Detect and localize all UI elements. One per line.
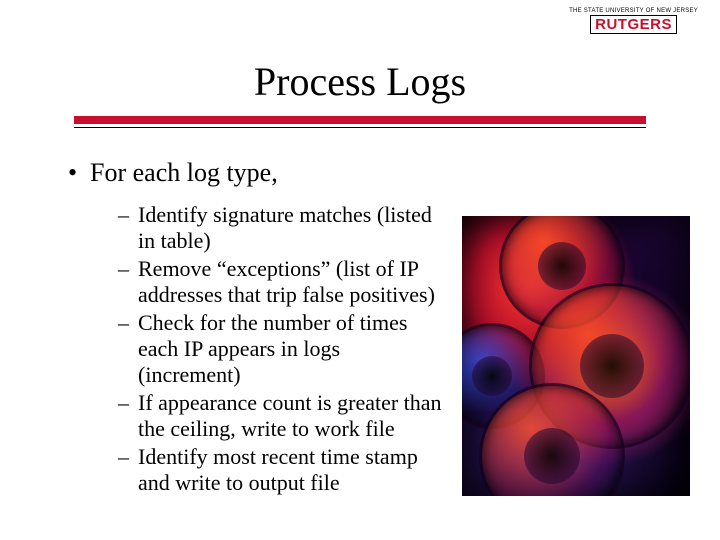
rule-black (74, 127, 646, 128)
gears-image (462, 216, 690, 496)
slide-title: Process Logs (0, 58, 720, 111)
bullet-list-lvl2: Identify signature matches (listed in ta… (70, 202, 448, 495)
bullet-list-lvl1: For each log type, (70, 158, 660, 188)
bullet-lvl2-text: If appearance count is greater than the … (138, 390, 442, 441)
bullet-lvl1-item: For each log type, (70, 158, 660, 188)
rule-red (74, 116, 646, 124)
slide: THE STATE UNIVERSITY OF NEW JERSEY RUTGE… (0, 0, 720, 540)
bullet-lvl2-item: If appearance count is greater than the … (118, 390, 448, 442)
bullet-lvl1-text: For each log type, (90, 158, 278, 187)
logo-tagline: THE STATE UNIVERSITY OF NEW JERSEY (569, 8, 698, 14)
bullet-lvl2-item: Identify signature matches (listed in ta… (118, 202, 448, 254)
title-rule (74, 116, 646, 128)
bullet-lvl2-text: Remove “exceptions” (list of IP addresse… (138, 256, 435, 307)
title-area: Process Logs (0, 58, 720, 111)
bullet-lvl2-item: Check for the number of times each IP ap… (118, 310, 448, 388)
bullet-lvl2-text: Identify most recent time stamp and writ… (138, 444, 418, 495)
bullet-lvl2-text: Identify signature matches (listed in ta… (138, 202, 432, 253)
logo-name: RUTGERS (590, 15, 677, 34)
rutgers-logo: THE STATE UNIVERSITY OF NEW JERSEY RUTGE… (569, 8, 698, 34)
bullet-lvl2-item: Identify most recent time stamp and writ… (118, 444, 448, 496)
bullet-lvl2-text: Check for the number of times each IP ap… (138, 310, 407, 387)
bullet-lvl2-item: Remove “exceptions” (list of IP addresse… (118, 256, 448, 308)
